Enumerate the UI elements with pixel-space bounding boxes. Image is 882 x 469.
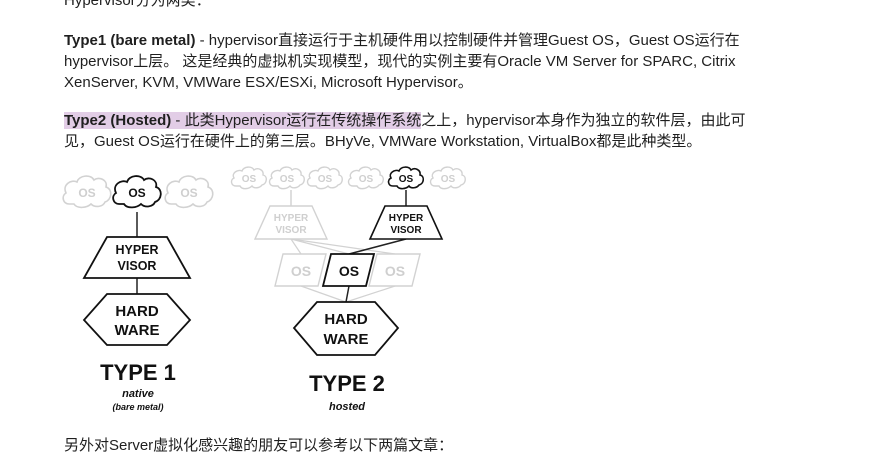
type1-hard-line2: WARE — [115, 322, 160, 339]
type1-cloud-right: OS — [164, 175, 214, 209]
type2-os-label-4: OS — [359, 174, 374, 185]
type1-subtitle-bare-metal: (bare metal) — [112, 402, 163, 412]
closing-line: 另外对Server虚拟化感兴趣的朋友可以参考以下两篇文章： — [64, 437, 454, 454]
type2-os-label-3: OS — [318, 174, 333, 185]
type1-cloud-left: OS — [62, 175, 112, 209]
type2-hardware-block: HARD WARE — [292, 301, 400, 356]
type1-title: TYPE 1 — [100, 360, 176, 385]
type2-cloud-3: OS — [306, 166, 343, 190]
type2-hypervisor-right-active: HYPER VISOR — [368, 205, 444, 240]
type2-cloud-5-active: OS — [387, 166, 425, 190]
type1-subtitle-native: native — [122, 388, 154, 400]
type2-subtitle-hosted: hosted — [329, 401, 365, 413]
type2-cloud-6: OS — [429, 166, 466, 190]
type1-os-right-label: OS — [180, 186, 197, 200]
type2-os-label-6: OS — [441, 174, 456, 185]
type2-cloud-4: OS — [347, 166, 384, 190]
type2-os-label-2: OS — [280, 174, 295, 185]
type2-host-os-right-label: OS — [385, 263, 405, 279]
type1-hyper-line1: HYPER — [115, 243, 158, 257]
type2-host-os-center-label: OS — [339, 263, 359, 279]
type1-os-left-label: OS — [78, 186, 95, 200]
type1-cloud-center: OS — [112, 175, 162, 209]
type2-hypervisor-left-inactive: HYPER VISOR — [253, 205, 329, 240]
type2-hyper-left-line2: VISOR — [275, 225, 307, 236]
type2-hard-line2: WARE — [324, 331, 369, 348]
type2-host-os-right: OS — [368, 253, 421, 287]
type2-hyper-right-line1: HYPER — [389, 213, 424, 224]
type2-title: TYPE 2 — [309, 371, 385, 396]
type2-cloud-2: OS — [268, 166, 305, 190]
type2-host-os-left-label: OS — [291, 263, 311, 279]
type2-hard-line1: HARD — [324, 311, 367, 328]
type2-cloud-1: OS — [230, 166, 267, 190]
type2-os-label-5: OS — [399, 174, 414, 185]
type2-hyper-right-line2: VISOR — [390, 225, 422, 236]
type1-hardware-block: HARD WARE — [82, 293, 192, 346]
type2-hyper-left-line1: HYPER — [274, 213, 309, 224]
hypervisor-types-diagram: OS OS OS HYPER VISOR HARD WARE TYPE 1 na… — [62, 166, 466, 413]
type2-host-os-center-active: OS — [321, 253, 376, 287]
type1-hard-line1: HARD — [115, 303, 158, 320]
type2-os-label-1: OS — [242, 174, 257, 185]
type2-host-os-left: OS — [274, 253, 327, 287]
type1-hypervisor-block: HYPER VISOR — [82, 236, 192, 279]
type1-hyper-line2: VISOR — [118, 259, 157, 273]
type1-os-center-label: OS — [128, 186, 145, 200]
